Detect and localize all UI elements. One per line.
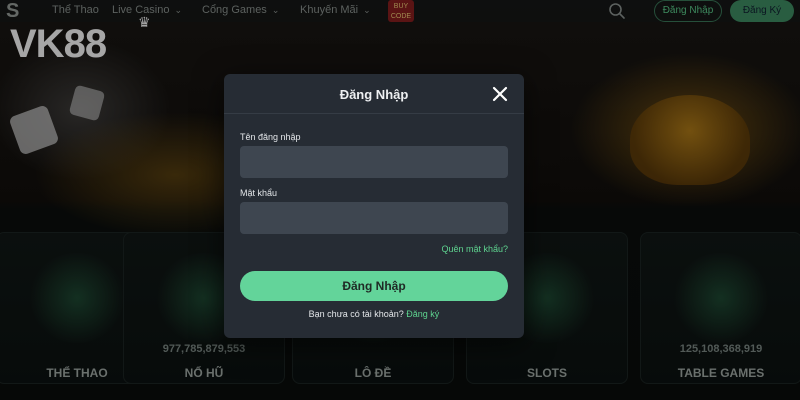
signup-prompt: Bạn chưa có tài khoản? Đăng ký: [224, 309, 524, 319]
signup-link[interactable]: Đăng ký: [406, 309, 439, 319]
modal-title: Đăng Nhập: [339, 87, 409, 102]
modal-header: Đăng Nhập: [224, 74, 524, 114]
password-input[interactable]: [240, 202, 508, 234]
forgot-password-link[interactable]: Quên mật khẩu?: [441, 244, 508, 254]
close-icon[interactable]: [492, 86, 508, 102]
username-input[interactable]: [240, 146, 508, 178]
no-account-text: Bạn chưa có tài khoản?: [308, 309, 404, 319]
password-label: Mật khẩu: [240, 188, 278, 198]
login-submit-button[interactable]: Đăng Nhập: [240, 271, 508, 301]
username-label: Tên đăng nhập: [240, 132, 301, 142]
login-modal: Đăng Nhập Tên đăng nhập Mật khẩu Quên mậ…: [224, 74, 524, 338]
